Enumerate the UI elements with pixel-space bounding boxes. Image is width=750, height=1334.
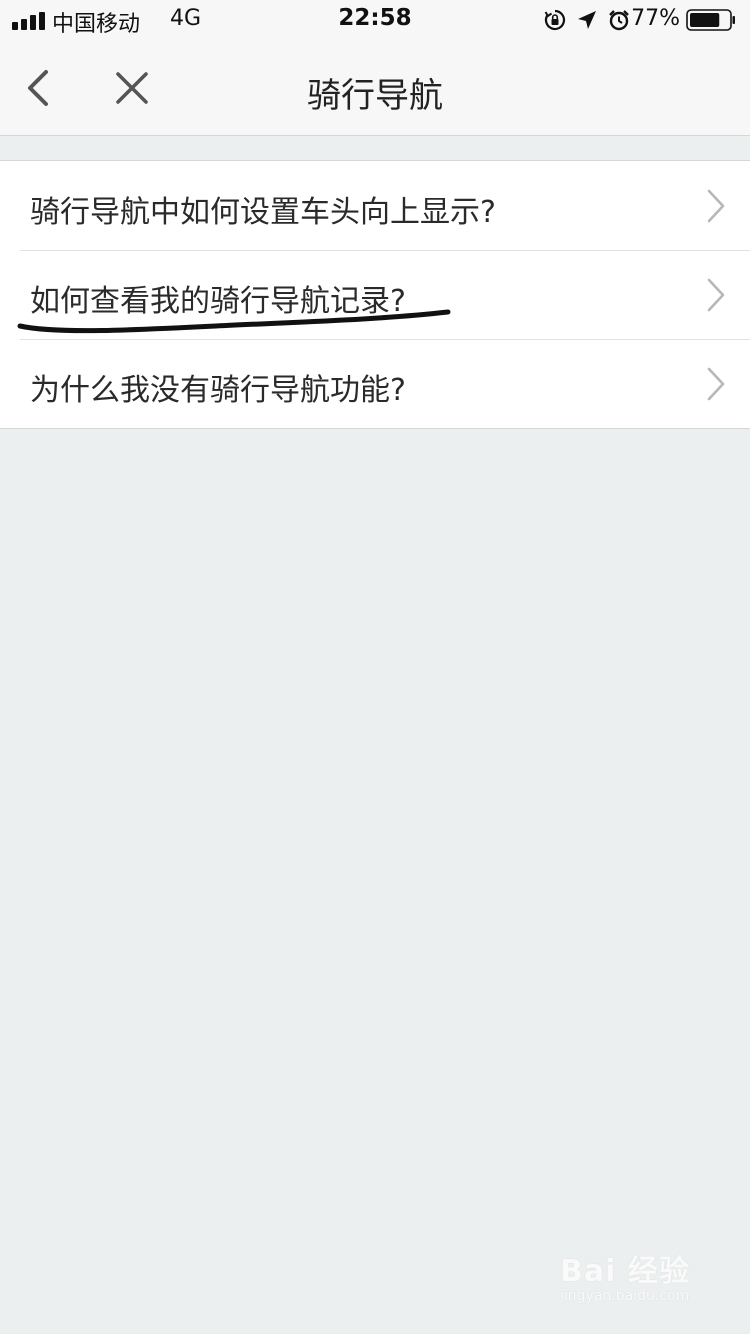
alarm-clock-icon [609, 10, 629, 31]
chevron-right-icon [707, 278, 725, 312]
orientation-lock-icon [544, 9, 566, 31]
list-item-heading-up[interactable]: 骑行导航中如何设置车头向上显示? [0, 161, 750, 250]
status-bar: 中国移动 4G 22:58 77% [0, 0, 750, 40]
chevron-right-icon [707, 189, 725, 223]
watermark-logo: Bai 经验 [560, 1254, 690, 1289]
watermark-domain: jingyan.baidu.com [560, 1288, 690, 1304]
nav-bar: 骑行导航 [0, 40, 750, 136]
list-item-view-records[interactable]: 如何查看我的骑行导航记录? [0, 250, 750, 339]
list-item-label: 为什么我没有骑行导航功能? [30, 373, 406, 408]
list-item-label: 骑行导航中如何设置车头向上显示? [30, 195, 496, 230]
question-list: 骑行导航中如何设置车头向上显示? 如何查看我的骑行导航记录? 为什么我没有骑行导… [0, 160, 750, 429]
list-item-label: 如何查看我的骑行导航记录? [30, 284, 406, 319]
chevron-right-icon [707, 367, 725, 401]
page-title: 骑行导航 [307, 76, 443, 116]
list-item-no-feature[interactable]: 为什么我没有骑行导航功能? [0, 339, 750, 428]
location-arrow-icon [578, 11, 596, 29]
battery-percent: 77% [631, 6, 680, 31]
battery-icon [686, 9, 735, 31]
status-icons [544, 8, 630, 32]
baidu-jingyan-watermark: Bai 经验 jingyan.baidu.com [560, 1246, 710, 1316]
